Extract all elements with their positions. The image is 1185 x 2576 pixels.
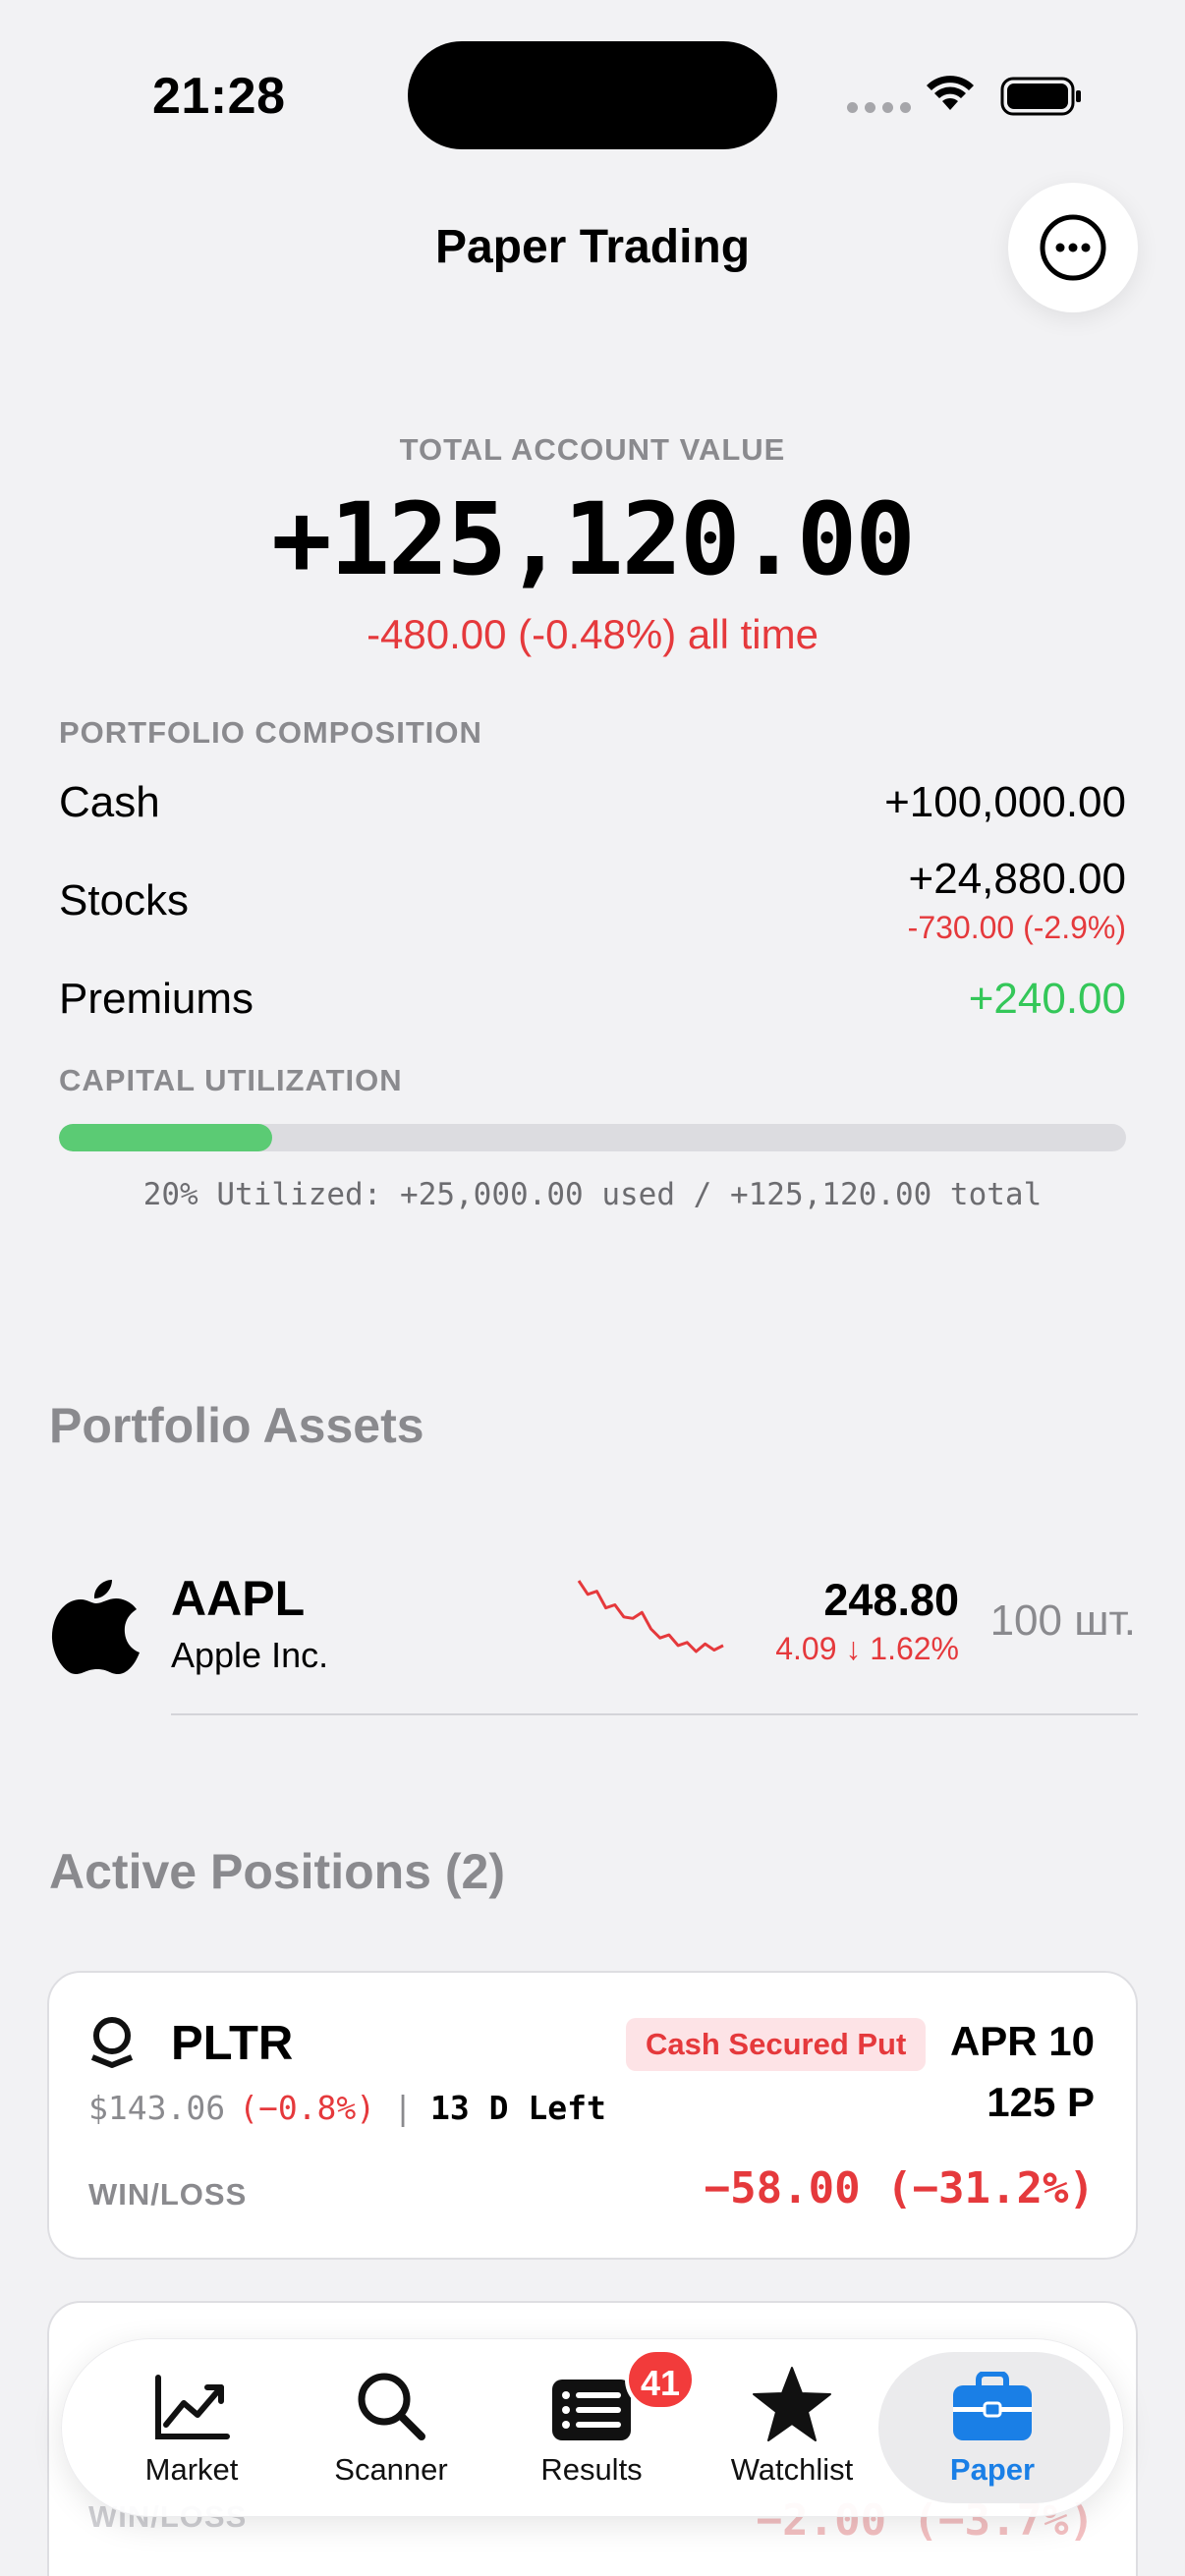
- cash-value: +100,000.00: [884, 778, 1126, 826]
- battery-icon: [1000, 77, 1081, 116]
- utilization-progress-fill: [59, 1124, 273, 1151]
- utilization-progress-bar: [59, 1124, 1126, 1151]
- underlying-change: (−0.8%): [239, 2089, 376, 2127]
- divider: [171, 1713, 1138, 1715]
- stocks-value: +24,880.00: [908, 855, 1126, 903]
- dynamic-island: [408, 41, 777, 149]
- asset-ticker: AAPL: [171, 1571, 306, 1626]
- premiums-label: Premiums: [59, 975, 254, 1023]
- stocks-label: Stocks: [59, 876, 190, 924]
- more-button[interactable]: [1008, 183, 1138, 312]
- results-count-badge: 41: [625, 2348, 697, 2411]
- tab-market[interactable]: Market: [93, 2358, 290, 2497]
- active-positions-title: Active Positions (2): [49, 1844, 505, 1899]
- wifi-icon: [927, 76, 974, 110]
- tab-label-market: Market: [144, 2452, 239, 2487]
- winloss-value: −58.00 (−31.2%): [704, 2163, 1095, 2213]
- position-expiry: APR 10: [949, 2018, 1095, 2064]
- winloss-label: WIN/LOSS: [88, 2177, 248, 2212]
- portfolio-composition-label: PORTFOLIO COMPOSITION: [59, 715, 482, 750]
- cash-label: Cash: [59, 778, 160, 826]
- tab-paper[interactable]: Paper: [894, 2358, 1091, 2497]
- sparkline-path: [577, 1580, 724, 1653]
- tab-watchlist[interactable]: Watchlist: [694, 2358, 890, 2497]
- capital-utilization-label: CAPITAL UTILIZATION: [59, 1063, 403, 1097]
- palantir-logo-icon: [90, 2017, 134, 2068]
- asset-change: 4.09 ↓ 1.62%: [775, 1631, 959, 1666]
- position-meta: $143.06 (−0.8%) | 13 D Left: [88, 2089, 606, 2127]
- star-icon: [753, 2367, 831, 2441]
- utilization-text: 20% Utilized: +25,000.00 used / +125,120…: [142, 1177, 1043, 1212]
- status-time: 21:28: [152, 68, 286, 125]
- position-strike: 125 P: [987, 2079, 1095, 2125]
- briefcase-icon: [953, 2372, 1032, 2440]
- total-account-value: +125,120.00: [271, 481, 916, 598]
- days-left: 13 D Left: [430, 2089, 606, 2127]
- tab-label-paper: Paper: [949, 2452, 1036, 2487]
- tab-label-results: Results: [540, 2452, 643, 2487]
- ellipsis-circle-icon: [1040, 214, 1106, 281]
- asset-price: 248.80: [823, 1575, 959, 1625]
- cellular-dots-icon: [847, 102, 911, 113]
- portfolio-assets-title: Portfolio Assets: [49, 1398, 424, 1453]
- tab-scanner[interactable]: Scanner: [293, 2358, 489, 2497]
- total-change: -480.00 (-0.48%) all time: [367, 611, 818, 657]
- list-icon: [552, 2380, 631, 2440]
- chart-line-icon: [155, 2375, 230, 2439]
- strategy-badge: Cash Secured Put: [626, 2018, 927, 2071]
- tab-label-watchlist: Watchlist: [730, 2452, 854, 2487]
- total-account-value-label: TOTAL ACCOUNT VALUE: [399, 432, 786, 467]
- premiums-value: +240.00: [968, 975, 1126, 1023]
- apple-logo-icon: [51, 1580, 140, 1674]
- underlying-price: $143.06: [88, 2089, 226, 2127]
- magnifier-icon: [358, 2373, 425, 2440]
- tab-label-scanner: Scanner: [334, 2452, 448, 2487]
- meta-separator: |: [393, 2089, 414, 2127]
- stocks-change: -730.00 (-2.9%): [907, 910, 1126, 945]
- asset-sparkline: [577, 1580, 724, 1653]
- asset-quantity: 100 шт.: [989, 1596, 1136, 1645]
- asset-name: Apple Inc.: [171, 1635, 329, 1675]
- position-ticker: PLTR: [171, 2017, 294, 2070]
